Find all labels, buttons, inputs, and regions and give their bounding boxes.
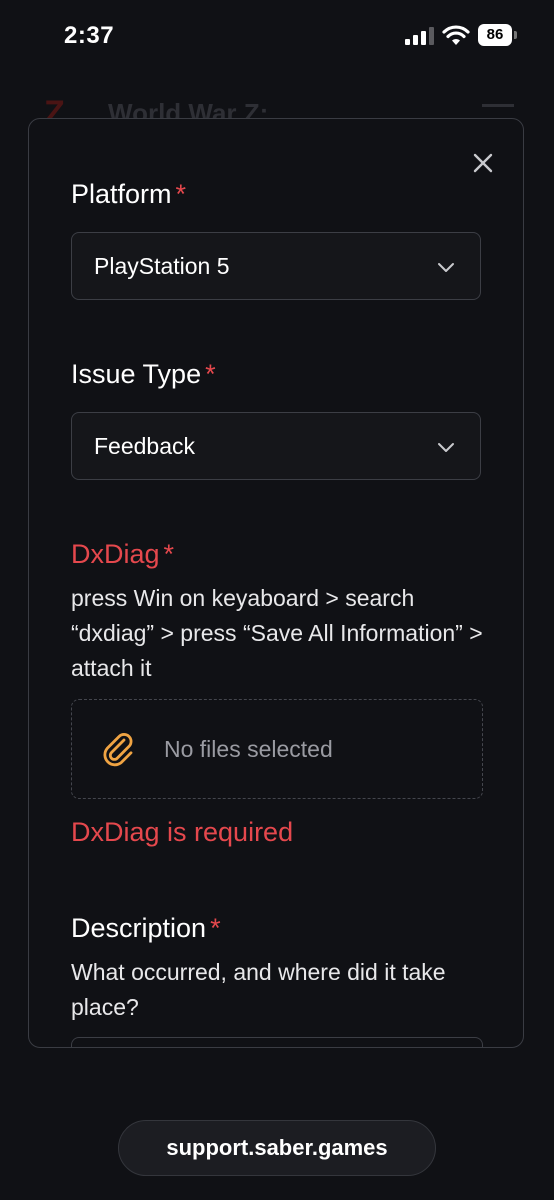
required-asterisk: * — [175, 179, 187, 209]
description-label: Description * — [71, 913, 221, 943]
issue-type-selected-value: Feedback — [94, 433, 196, 459]
platform-select[interactable]: PlayStation 5 — [71, 232, 481, 300]
battery-icon: 86 — [478, 24, 518, 46]
required-asterisk: * — [163, 539, 175, 569]
menu-icon — [482, 104, 514, 107]
no-files-text: No files selected — [164, 736, 333, 762]
close-icon[interactable] — [469, 149, 497, 177]
report-form-modal: Platform * PlayStation 5 Issue Type * Feed… — [28, 118, 524, 1048]
dxdiag-error-message: DxDiag is required — [71, 817, 294, 847]
issue-type-label: Issue Type * — [71, 359, 216, 389]
status-time: 2:37 — [64, 22, 115, 49]
required-asterisk: * — [205, 359, 216, 389]
dxdiag-label: DxDiag * — [71, 539, 175, 569]
wifi-icon — [442, 25, 470, 45]
required-asterisk: * — [210, 913, 221, 943]
platform-selected-value: PlayStation 5 — [94, 253, 230, 279]
browser-url-bar[interactable]: support.saber.games — [118, 1120, 436, 1176]
cellular-signal-icon — [405, 27, 434, 45]
issue-type-select[interactable]: Feedback — [71, 412, 481, 480]
description-textarea[interactable] — [71, 1037, 483, 1047]
platform-label: Platform * — [71, 179, 187, 209]
paperclip-icon — [103, 733, 133, 767]
chevron-down-icon — [438, 263, 454, 272]
battery-level: 86 — [478, 24, 512, 46]
dxdiag-file-dropzone[interactable]: No files selected — [71, 699, 483, 799]
chevron-down-icon — [438, 443, 454, 452]
dxdiag-hint: press Win on keyaboard > search “dxdiag”… — [71, 585, 483, 681]
status-bar: 2:37 86 — [0, 0, 554, 80]
description-hint: What occurred, and where did it take pla… — [71, 959, 446, 1020]
